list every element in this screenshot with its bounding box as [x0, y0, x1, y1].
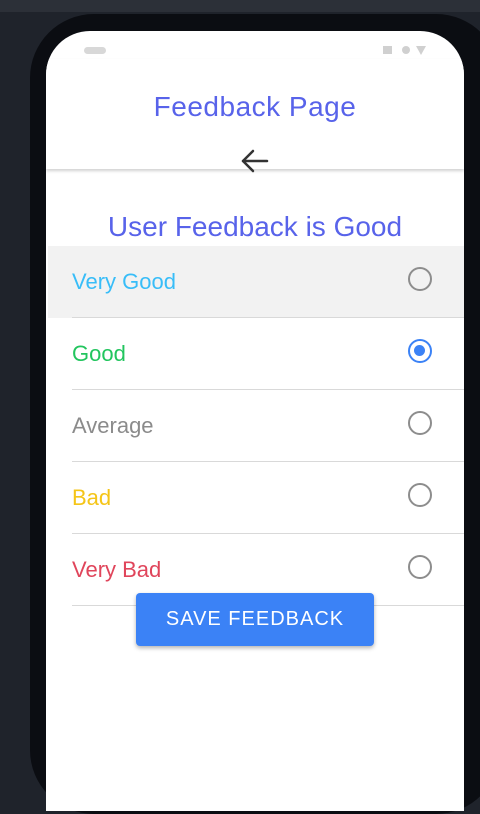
- radio-button[interactable]: [408, 555, 432, 579]
- feedback-status-headline: User Feedback is Good: [107, 211, 403, 242]
- option-label: Very Bad: [72, 557, 162, 582]
- wifi-icon: [416, 46, 426, 55]
- radio-button-selected[interactable]: [408, 339, 432, 363]
- phone-screen: Feedback Page User Feedback is Good Very…: [46, 31, 464, 811]
- arrow-left-icon: [241, 149, 269, 173]
- signal-dot-icon: [402, 46, 410, 54]
- option-average[interactable]: Average: [48, 390, 464, 462]
- option-label: Very Good: [72, 269, 176, 294]
- radio-button[interactable]: [408, 483, 432, 507]
- option-good[interactable]: Good: [48, 318, 464, 390]
- radio-dot-icon: [414, 345, 425, 356]
- save-feedback-button[interactable]: SAVE FEEDBACK: [136, 593, 374, 646]
- option-label: Bad: [72, 485, 112, 510]
- status-icons: [383, 45, 429, 55]
- page-title: Feedback Page: [153, 91, 357, 122]
- notification-icon: [383, 46, 392, 54]
- radio-button[interactable]: [408, 411, 432, 435]
- option-label: Average: [72, 413, 154, 438]
- speaker-icon: [84, 47, 106, 54]
- option-label: Good: [72, 341, 126, 366]
- radio-button[interactable]: [408, 267, 432, 291]
- option-very-good[interactable]: Very Good: [48, 246, 464, 318]
- app-header: Feedback Page: [46, 59, 464, 173]
- option-bad[interactable]: Bad: [48, 462, 464, 534]
- window-top-strip: [0, 0, 480, 12]
- feedback-options-list: Very Good Good Average Bad Very Bad: [48, 246, 464, 606]
- back-button[interactable]: [235, 147, 275, 175]
- status-bar: [46, 31, 464, 59]
